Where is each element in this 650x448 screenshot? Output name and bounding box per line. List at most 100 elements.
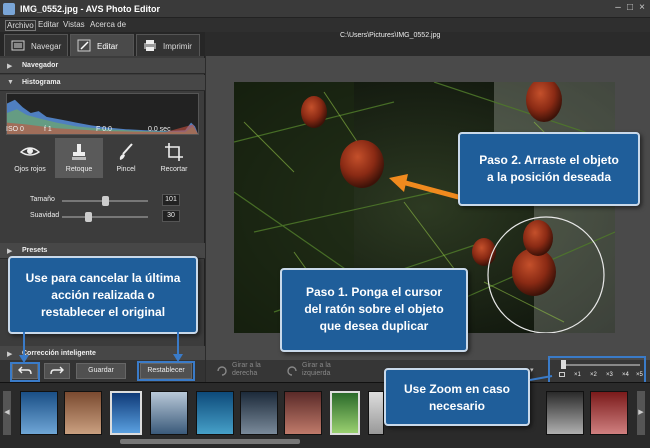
section-label: Navegador: [22, 62, 59, 69]
rotate-left-button[interactable]: Girar a la izquierda: [302, 362, 331, 378]
slider-label: Suavidad: [30, 212, 60, 219]
menu-editar[interactable]: Editar: [38, 20, 59, 29]
chevron-right-icon: ▶: [7, 63, 13, 70]
rotate-label: Girar a la: [232, 362, 261, 369]
filmstrip-scrollbar[interactable]: [120, 439, 300, 444]
rotate-left-icon: [287, 366, 297, 376]
tool-label: Recortar: [160, 166, 188, 173]
callout-zoom: Use Zoom en caso necesario: [384, 368, 530, 426]
thumbnail[interactable]: [546, 391, 584, 435]
thumbnail[interactable]: [196, 391, 234, 435]
callout-step1: Paso 1. Ponga el cursor del ratón sobre …: [280, 268, 468, 352]
thumbnail[interactable]: [64, 391, 102, 435]
slider-track[interactable]: [62, 216, 148, 218]
chevron-right-icon: ▶: [7, 351, 13, 358]
tab-label: Imprimir: [163, 42, 192, 51]
menu-bar: Archivo Editar Vistas Acerca de: [0, 18, 650, 32]
menu-vistas[interactable]: Vistas: [63, 20, 85, 29]
menu-archivo[interactable]: Archivo: [5, 20, 36, 31]
exif-iso: ISO 0: [6, 126, 24, 133]
minimize-icon[interactable]: –: [612, 2, 624, 14]
maximize-icon[interactable]: □: [624, 2, 636, 14]
chevron-down-icon: ▼: [7, 79, 14, 86]
tool-label: Ojos rojos: [14, 166, 46, 173]
section-navigator[interactable]: ▶ Navegador: [0, 58, 205, 74]
filmstrip-prev-button[interactable]: ◀: [3, 391, 11, 435]
callout-text: Paso 1. Ponga el cursor del ratón sobre …: [304, 285, 444, 333]
zoom-control: ×1 ×2 ×3 ×4 ×5: [552, 358, 646, 382]
crop-icon: [165, 143, 183, 161]
zoom-track[interactable]: [562, 364, 640, 366]
thumbnail[interactable]: [590, 391, 628, 435]
chevron-down-icon[interactable]: ▾: [530, 366, 534, 374]
redo-button[interactable]: [44, 363, 70, 379]
exif-shutter: 0.0 sec: [148, 126, 171, 133]
mode-tabs: Navegar Editar Imprimir: [0, 32, 205, 56]
reset-highlight: [137, 361, 195, 381]
chevron-right-icon: ▶: [7, 248, 13, 255]
exif-fvalue: F 0.0: [96, 126, 112, 133]
brush-stamp-icon: [72, 144, 86, 160]
exif-f: f 1: [44, 126, 52, 133]
undo-highlight: [10, 362, 40, 382]
rotate-right-icon: [217, 366, 227, 376]
thumbnail[interactable]: [330, 391, 360, 435]
tab-editar[interactable]: Editar: [70, 34, 134, 56]
slider-thumb[interactable]: [102, 196, 109, 206]
filmstrip-next-button[interactable]: ▶: [637, 391, 645, 435]
rotate-label: izquierda: [302, 370, 331, 377]
tool-crop[interactable]: Recortar: [150, 138, 198, 178]
photos-icon: [11, 40, 25, 51]
zoom-x5[interactable]: ×5: [636, 372, 643, 378]
rotate-right-button[interactable]: Girar a la derecha: [232, 362, 261, 378]
window-title: IMG_0552.jpg - AVS Photo Editor: [20, 4, 161, 14]
thumbnail[interactable]: [368, 391, 384, 435]
thumbnail[interactable]: [284, 391, 322, 435]
title-bar: IMG_0552.jpg - AVS Photo Editor – □ ×: [0, 0, 650, 18]
tab-imprimir[interactable]: Imprimir: [136, 34, 200, 56]
zoom-x1[interactable]: ×1: [574, 372, 581, 378]
rotate-label: derecha: [232, 370, 258, 377]
section-label: Corrección inteligente: [22, 350, 96, 357]
thumbnail[interactable]: [20, 391, 58, 435]
app-icon: [3, 3, 15, 15]
zoom-thumb[interactable]: [561, 360, 566, 369]
paint-brush-icon: [119, 143, 133, 160]
fit-icon[interactable]: [559, 372, 565, 377]
thumbnail[interactable]: [110, 391, 142, 435]
slider-value[interactable]: 101: [162, 194, 180, 206]
rotate-label: Girar a la: [302, 362, 331, 369]
zoom-x2[interactable]: ×2: [590, 372, 597, 378]
tool-retouch[interactable]: Retoque: [55, 138, 103, 178]
slider-softness: Suavidad 30: [0, 210, 205, 224]
callout-step2: Paso 2. Arraste el objeto a la posición …: [458, 132, 640, 206]
section-histogram[interactable]: ▼ Histograma: [0, 75, 205, 91]
tool-red-eye[interactable]: Ojos rojos: [6, 138, 54, 178]
callout-text: Use Zoom en caso necesario: [403, 382, 511, 413]
zoom-x4[interactable]: ×4: [622, 372, 629, 378]
save-button[interactable]: Guardar: [76, 363, 126, 379]
tab-navegar[interactable]: Navegar: [4, 34, 68, 56]
file-path: C:\Users\Pictures\IMG_0552.jpg: [340, 32, 441, 39]
tab-label: Navegar: [31, 42, 62, 51]
close-icon[interactable]: ×: [636, 2, 648, 14]
tool-label: Pincel: [116, 166, 136, 173]
section-label: Histograma: [22, 79, 61, 86]
eye-icon: [20, 147, 40, 156]
section-label: Presets: [22, 247, 48, 254]
zoom-x3[interactable]: ×3: [606, 372, 613, 378]
thumbnail[interactable]: [150, 391, 188, 435]
slider-label: Tamaño: [30, 196, 55, 203]
slider-thumb[interactable]: [84, 212, 92, 222]
slider-value[interactable]: 30: [162, 210, 180, 222]
callout-cancel: Use para cancelar la última acción reali…: [8, 256, 198, 334]
slider-size: Tamaño 101: [0, 194, 205, 208]
redo-icon: [50, 366, 64, 375]
tab-label: Editar: [97, 42, 118, 51]
tool-brush[interactable]: Pincel: [102, 138, 150, 178]
thumbnail[interactable]: [240, 391, 278, 435]
menu-acerca[interactable]: Acerca de: [90, 20, 126, 29]
edit-icon: [77, 39, 91, 52]
filmstrip: ◀ ▶: [0, 382, 650, 448]
callout-text: Use para cancelar la última acción reali…: [25, 271, 181, 319]
